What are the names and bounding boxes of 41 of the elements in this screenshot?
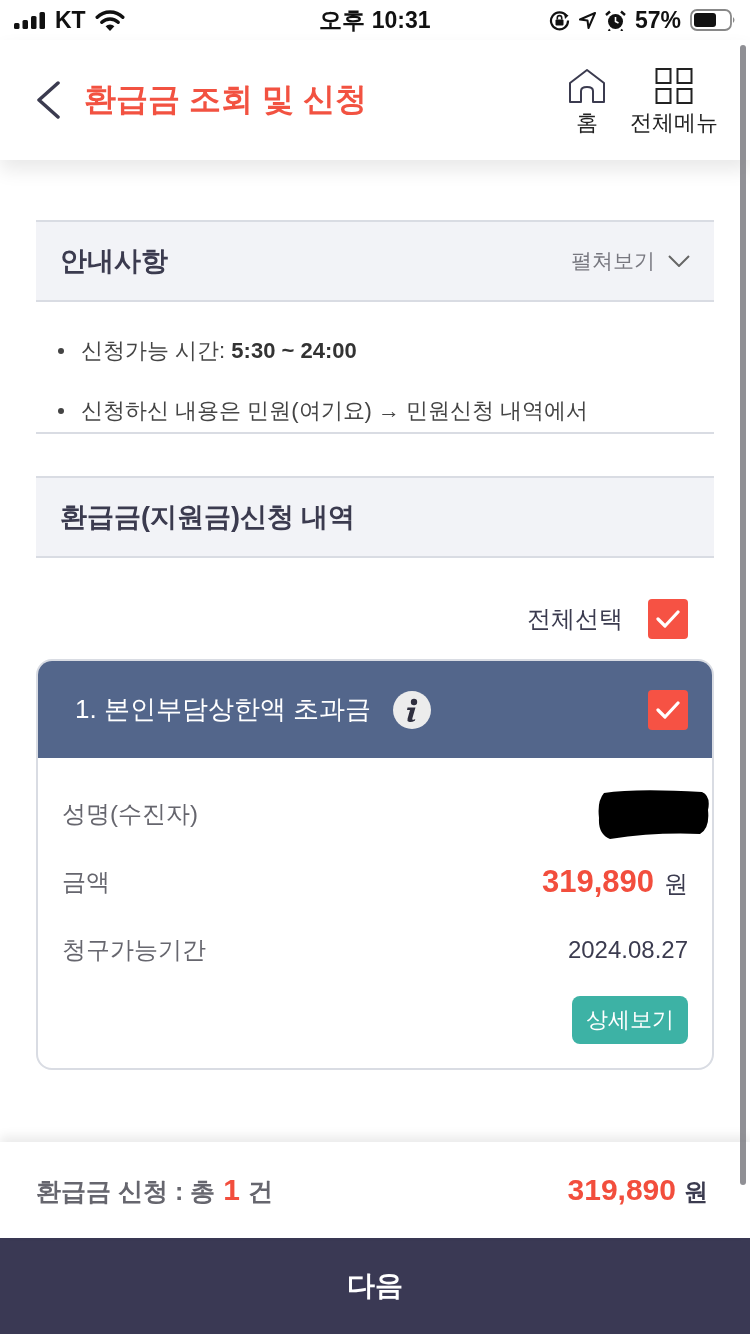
- home-icon: [568, 68, 606, 104]
- home-button[interactable]: 홈: [568, 68, 606, 138]
- next-button[interactable]: 다음: [0, 1238, 750, 1334]
- signal-icon: [14, 11, 46, 29]
- back-icon[interactable]: [35, 81, 61, 119]
- claim-title: 1. 본인부담상한액 초과금: [75, 693, 372, 726]
- bullet-dot-icon: [58, 408, 64, 414]
- location-arrow-icon: [578, 11, 596, 29]
- notice-text: 신청가능 시간: 5:30 ~ 24:00: [81, 337, 357, 365]
- grid-icon: [655, 68, 693, 104]
- field-label: 성명(수진자): [62, 799, 198, 829]
- battery-percent: 57%: [634, 6, 681, 34]
- select-all-label: 전체선택: [527, 604, 623, 634]
- summary-label: 환급금 신청 : 총: [36, 1175, 216, 1207]
- expand-toggle[interactable]: 펼쳐보기: [571, 247, 690, 275]
- currency-unit: 원: [664, 869, 688, 899]
- checkbox[interactable]: [648, 689, 688, 730]
- rotation-lock-icon: [548, 9, 570, 31]
- summary-count: 1: [223, 1172, 240, 1207]
- checkmark-icon: [656, 700, 680, 719]
- field-label: 금액: [62, 867, 110, 897]
- info-icon[interactable]: [393, 690, 432, 729]
- field-label: 청구가능기간: [62, 935, 206, 965]
- battery-icon: [690, 9, 736, 31]
- carrier-name: KT: [55, 6, 86, 34]
- wifi-icon: [94, 9, 125, 31]
- section-title: 안내사항: [60, 245, 168, 278]
- count-unit: 건: [247, 1175, 273, 1207]
- currency-unit: 원: [684, 1176, 708, 1207]
- bullet-dot-icon: [58, 348, 64, 354]
- field-value: 2024.08.27: [567, 936, 688, 964]
- notice-text: 신청하신 내용은 민원(여기요) → 민원신청 내역에서: [81, 397, 589, 425]
- amount-value: 319,890: [541, 864, 654, 900]
- checkbox[interactable]: [648, 599, 688, 639]
- status-time: 오후 10:31: [319, 5, 431, 35]
- page-title: 환급금 조회 및 신청: [84, 80, 368, 119]
- alarm-clock-icon: [604, 9, 626, 31]
- menu-button[interactable]: 전체메뉴: [630, 68, 718, 138]
- section-title: 환급금(지원금)신청 내역: [60, 501, 356, 534]
- checkmark-icon: [656, 610, 680, 628]
- summary-amount: 319,890: [567, 1172, 676, 1207]
